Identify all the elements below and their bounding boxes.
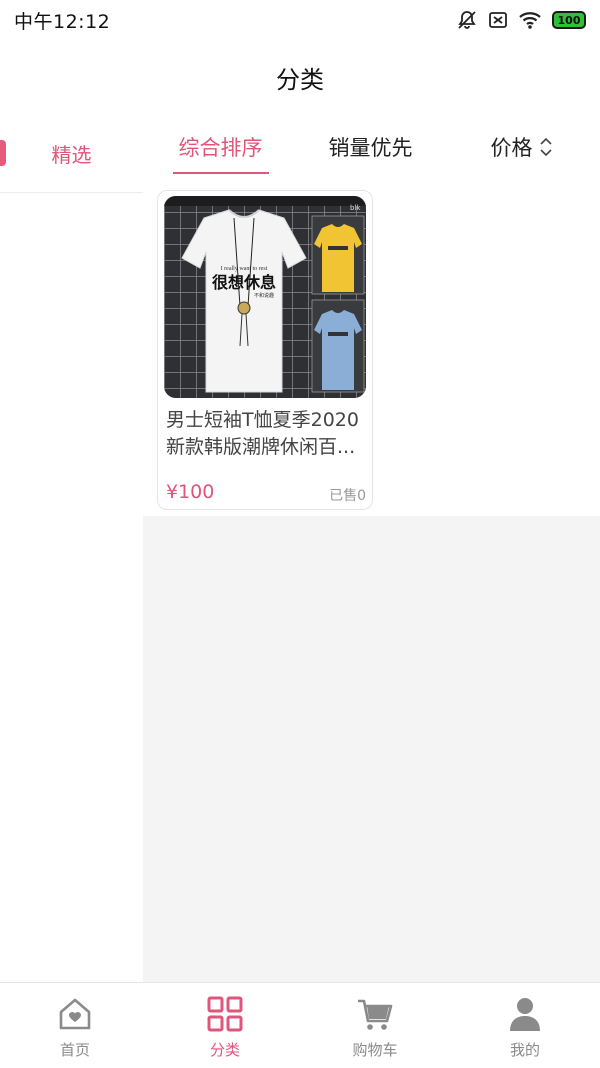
sort-tab-comprehensive[interactable]: 综合排序 xyxy=(143,114,298,180)
sort-tab-label: 价格 xyxy=(490,136,533,160)
battery-level: 100 xyxy=(557,13,581,27)
product-name: 男士短袖T恤夏季2020新款韩版潮牌休闲百... xyxy=(166,409,359,458)
sidebar-active-indicator xyxy=(0,140,6,166)
home-icon xyxy=(59,998,91,1030)
category-grid-icon xyxy=(207,996,243,1032)
tab-label: 首页 xyxy=(59,1041,90,1059)
user-icon xyxy=(510,998,540,1031)
product-photo: I really want to rest 很想休息 不和说趣 blk xyxy=(164,196,366,398)
product-card[interactable]: I really want to rest 很想休息 不和说趣 blk 男士短袖… xyxy=(157,190,373,510)
product-price: ¥100 xyxy=(166,481,215,503)
image-maintext: 很想休息 xyxy=(212,273,276,292)
status-icons: 100 xyxy=(456,9,586,31)
tab-profile[interactable]: 我的 xyxy=(450,983,600,1068)
sort-chevrons-icon xyxy=(539,137,552,157)
main-content: 综合排序 销量优先 价格 I really want to rest 很想休息 … xyxy=(143,114,600,982)
sidebar-item-featured[interactable]: 精选 xyxy=(0,114,143,193)
battery-icon: 100 xyxy=(552,11,586,29)
image-subtext: I really want to rest xyxy=(221,266,268,272)
sort-tab-price[interactable]: 价格 xyxy=(443,114,600,180)
sort-bar: 综合排序 销量优先 价格 xyxy=(143,114,600,180)
tab-category[interactable]: 分类 xyxy=(150,983,300,1068)
tab-cart[interactable]: 购物车 xyxy=(300,983,450,1068)
bottom-tab-bar: 首页 分类 购物车 我的 xyxy=(0,982,600,1068)
tab-label: 我的 xyxy=(509,1041,540,1059)
image-smalltext: 不和说趣 xyxy=(254,292,274,299)
sort-active-underline xyxy=(172,172,269,174)
product-sold-count: 已售0 xyxy=(329,488,366,504)
sort-tab-label: 销量优先 xyxy=(328,136,413,160)
mute-bell-icon xyxy=(458,11,476,29)
tab-home[interactable]: 首页 xyxy=(0,983,150,1068)
product-grid: I really want to rest 很想休息 不和说趣 blk 男士短袖… xyxy=(143,180,600,516)
page-title: 分类 xyxy=(276,65,324,94)
sidebar-item-label: 精选 xyxy=(51,142,92,167)
tab-label: 分类 xyxy=(209,1041,240,1059)
status-time: 中午12:12 xyxy=(14,10,111,33)
sort-tab-label: 综合排序 xyxy=(178,136,263,160)
tab-label: 购物车 xyxy=(352,1041,398,1059)
sort-tab-sales[interactable]: 销量优先 xyxy=(298,114,443,180)
header: 分类 xyxy=(0,40,600,114)
svg-text:blk: blk xyxy=(350,204,361,212)
product-image[interactable]: I really want to rest 很想休息 不和说趣 blk xyxy=(164,196,366,398)
status-bar: 中午12:12 100 xyxy=(0,0,600,40)
category-sidebar: 精选 xyxy=(0,114,143,982)
cart-icon xyxy=(358,999,393,1030)
sim-off-icon xyxy=(489,12,507,28)
wifi-icon xyxy=(519,12,541,29)
